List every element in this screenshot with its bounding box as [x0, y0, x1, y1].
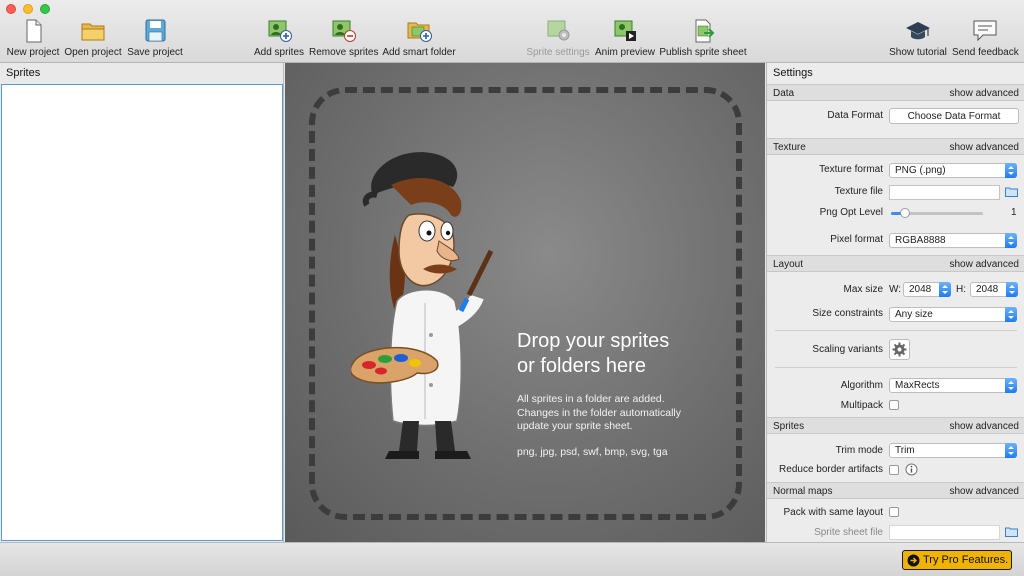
multipack-checkbox[interactable]	[889, 400, 899, 410]
status-bar: Try Pro Features.	[0, 542, 1024, 576]
publish-sprite-sheet-button[interactable]: Publish sprite sheet	[659, 18, 747, 60]
chevron-updown-icon	[1005, 378, 1017, 393]
section-header-data: Data show advanced	[767, 84, 1024, 101]
folder-icon	[81, 23, 105, 41]
film-preview-icon	[614, 20, 636, 41]
layout-divider	[775, 330, 1017, 331]
show-advanced-texture[interactable]: show advanced	[950, 142, 1020, 153]
data-format-label: Data Format	[827, 110, 883, 121]
publish-icon	[695, 19, 715, 43]
zoom-window-button[interactable]	[40, 4, 50, 14]
algorithm-select[interactable]: MaxRects	[889, 378, 1017, 393]
info-icon[interactable]	[905, 463, 918, 476]
section-header-texture: Texture show advanced	[767, 138, 1024, 155]
sprites-list[interactable]	[1, 84, 283, 541]
texture-file-input[interactable]	[889, 185, 1000, 200]
pixel-format-label: Pixel format	[830, 234, 883, 245]
chevron-updown-icon	[1005, 307, 1017, 322]
folder-browse-icon[interactable]	[1005, 187, 1018, 197]
remove-sprite-icon	[332, 20, 356, 42]
sprite-settings-icon	[547, 20, 570, 41]
png-opt-value: 1	[1011, 207, 1017, 218]
scaling-variants-button[interactable]	[889, 339, 910, 360]
anim-preview-button[interactable]: Anim preview	[595, 18, 655, 60]
speech-bubble-icon	[973, 20, 997, 42]
send-feedback-button[interactable]: Send feedback	[952, 18, 1019, 60]
max-size-label: Max size	[843, 284, 883, 295]
show-advanced-data[interactable]: show advanced	[950, 88, 1020, 99]
smart-folder-icon	[407, 22, 432, 42]
folder-browse-icon[interactable]	[1005, 527, 1018, 537]
height-label: H:	[956, 284, 966, 295]
width-label: W:	[889, 284, 902, 295]
try-pro-features-button[interactable]: Try Pro Features.	[902, 550, 1012, 570]
toolbar: New project Open project Save project Ad…	[0, 0, 1024, 63]
sprites-panel: Sprites	[0, 63, 284, 542]
drop-zone[interactable]: Drop your sprites or folders here All sp…	[285, 63, 765, 542]
minimize-window-button[interactable]	[23, 4, 33, 14]
drop-zone-description: All sprites in a folder are added. Chang…	[517, 393, 682, 432]
open-project-button[interactable]: Open project	[64, 18, 122, 60]
remove-sprites-button[interactable]: Remove sprites	[309, 18, 378, 60]
texture-format-select[interactable]: PNG (.png)	[889, 163, 1017, 178]
scaling-variants-label: Scaling variants	[812, 344, 883, 355]
multipack-label: Multipack	[840, 400, 883, 411]
arrow-right-circle-icon	[907, 554, 920, 567]
graduation-cap-icon	[906, 22, 930, 40]
size-constraints-label: Size constraints	[812, 308, 883, 319]
size-constraints-select[interactable]: Any size	[889, 307, 1017, 322]
add-sprite-icon	[268, 20, 292, 42]
trim-mode-select[interactable]: Trim	[889, 443, 1017, 458]
sprite-sheet-file-input[interactable]	[889, 525, 1000, 540]
add-sprites-button[interactable]: Add sprites	[252, 18, 306, 60]
settings-title: Settings	[773, 67, 813, 79]
pixel-format-select[interactable]: RGBA8888	[889, 233, 1017, 248]
texture-file-label: Texture file	[834, 186, 883, 197]
floppy-disk-icon	[145, 19, 166, 42]
chevron-updown-icon	[1005, 443, 1017, 458]
section-header-normal-maps: Normal maps show advanced	[767, 482, 1024, 499]
max-width-select[interactable]: 2048	[903, 282, 951, 297]
texture-format-label: Texture format	[819, 164, 883, 175]
sprites-panel-title: Sprites	[6, 67, 41, 79]
png-opt-level-label: Png Opt Level	[819, 207, 883, 218]
new-document-icon	[26, 19, 42, 43]
section-header-sprites: Sprites show advanced	[767, 417, 1024, 434]
chevron-down-icon	[939, 282, 951, 297]
sprite-settings-button[interactable]: Sprite settings	[526, 18, 590, 60]
show-advanced-sprites[interactable]: show advanced	[950, 421, 1020, 432]
sprite-sheet-file-label: Sprite sheet file	[814, 527, 883, 538]
supported-formats: png, jpg, psd, swf, bmp, svg, tga	[517, 446, 668, 458]
new-project-button[interactable]: New project	[6, 18, 60, 60]
png-opt-slider-knob[interactable]	[900, 208, 910, 218]
max-height-select[interactable]: 2048	[970, 282, 1018, 297]
algorithm-label: Algorithm	[840, 380, 883, 391]
close-window-button[interactable]	[6, 4, 16, 14]
show-advanced-normal-maps[interactable]: show advanced	[950, 486, 1020, 497]
save-project-button[interactable]: Save project	[126, 18, 184, 60]
trim-mode-label: Trim mode	[835, 445, 883, 456]
add-smart-folder-button[interactable]: Add smart folder	[382, 18, 456, 60]
pack-with-same-layout-checkbox[interactable]	[889, 507, 899, 517]
reduce-border-artifacts-label: Reduce border artifacts	[779, 464, 883, 475]
layout-divider-2	[775, 367, 1017, 368]
drop-zone-title: Drop your sprites or folders here	[517, 330, 670, 377]
chevron-updown-icon	[1005, 233, 1017, 248]
painter-illustration	[351, 152, 494, 459]
gear-icon	[892, 342, 907, 357]
pack-with-same-layout-label: Pack with same layout	[783, 507, 884, 518]
reduce-border-artifacts-checkbox[interactable]	[889, 465, 899, 475]
show-tutorial-button[interactable]: Show tutorial	[888, 18, 948, 60]
chevron-down-icon	[1006, 282, 1018, 297]
choose-data-format-button[interactable]: Choose Data Format	[889, 108, 1019, 124]
section-header-layout: Layout show advanced	[767, 255, 1024, 272]
show-advanced-layout[interactable]: show advanced	[950, 259, 1020, 270]
settings-panel: Settings Data show advanced Data Format …	[766, 63, 1024, 542]
chevron-updown-icon	[1005, 163, 1017, 178]
